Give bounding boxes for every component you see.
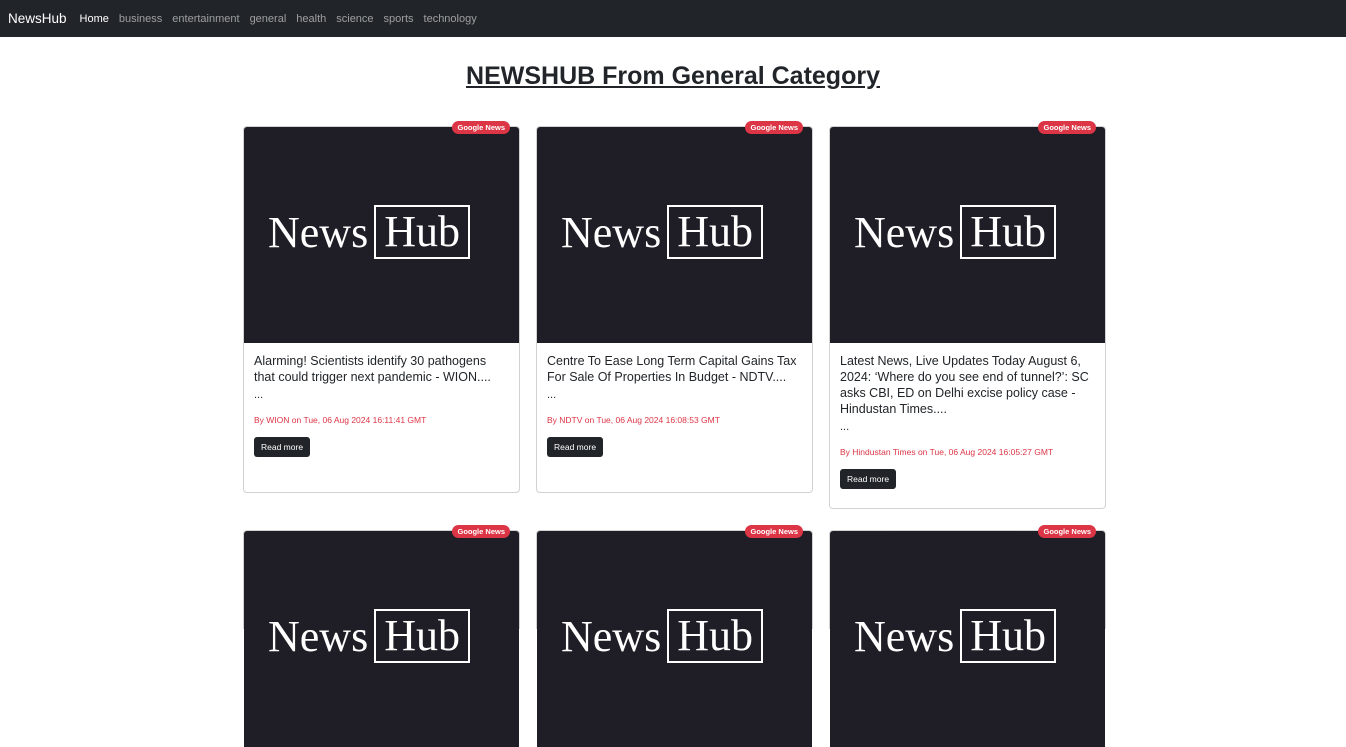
logo-news-text: News <box>561 207 662 257</box>
read-more-button[interactable]: Read more <box>840 469 897 489</box>
logo-hub-text: Hub <box>374 609 470 663</box>
news-card: Google News News Hub Alarming! Scientist… <box>243 121 520 493</box>
logo-hub-text: Hub <box>667 205 763 259</box>
card-meta: By NDTV on Tue, 06 Aug 2024 16:08:53 GMT <box>547 415 720 425</box>
card-title: Centre To Ease Long Term Capital Gains T… <box>547 354 797 384</box>
logo-hub-text: Hub <box>960 205 1056 259</box>
card-meta: By WION on Tue, 06 Aug 2024 16:11:41 GMT <box>254 415 427 425</box>
logo-news-text: News <box>561 611 662 661</box>
newshub-logo: News Hub <box>854 205 1056 259</box>
news-card: Google News News Hub Latest News, Live U… <box>829 121 1106 509</box>
nav-link-science[interactable]: science <box>331 13 378 25</box>
logo-news-text: News <box>854 207 955 257</box>
source-badge: Google News <box>745 121 803 134</box>
logo-news-text: News <box>854 611 955 661</box>
nav-link-health[interactable]: health <box>291 13 331 25</box>
source-badge: Google News <box>1038 525 1096 538</box>
news-card: Google News News Hub <box>829 525 1106 747</box>
card-image[interactable]: News Hub <box>830 531 1105 747</box>
nav-link-technology[interactable]: technology <box>419 13 482 25</box>
newshub-logo: News Hub <box>268 205 470 259</box>
newshub-logo: News Hub <box>561 205 763 259</box>
nav-link-home[interactable]: Home <box>75 13 114 25</box>
card-title: Latest News, Live Updates Today August 6… <box>840 354 1089 416</box>
nav-link-sports[interactable]: sports <box>379 13 419 25</box>
card-title: Alarming! Scientists identify 30 pathoge… <box>254 354 491 384</box>
logo-news-text: News <box>268 611 369 661</box>
logo-news-text: News <box>268 207 369 257</box>
card-description: ... <box>547 389 557 401</box>
source-badge: Google News <box>1038 121 1096 134</box>
newshub-logo: News Hub <box>854 609 1056 663</box>
navbar-brand[interactable]: NewsHub <box>8 11 67 26</box>
logo-hub-text: Hub <box>374 205 470 259</box>
page-title: NEWSHUB From General Category <box>466 62 880 90</box>
source-badge: Google News <box>452 121 510 134</box>
card-body: Latest News, Live Updates Today August 6… <box>830 343 1105 499</box>
card-image[interactable]: News Hub <box>537 531 812 747</box>
card-meta: By Hindustan Times on Tue, 06 Aug 2024 1… <box>840 447 1054 457</box>
card-image[interactable]: News Hub <box>244 531 519 747</box>
nav-link-business[interactable]: business <box>114 13 167 25</box>
read-more-button[interactable]: Read more <box>547 437 604 457</box>
card-image[interactable]: News Hub <box>830 127 1105 343</box>
source-badge: Google News <box>745 525 803 538</box>
logo-hub-text: Hub <box>667 609 763 663</box>
card-image[interactable]: News Hub <box>537 127 812 343</box>
card-body: Centre To Ease Long Term Capital Gains T… <box>537 343 812 467</box>
news-card: Google News News Hub Centre To Ease Long… <box>536 121 813 493</box>
card-body: Alarming! Scientists identify 30 pathoge… <box>244 343 519 467</box>
news-card: Google News News Hub <box>536 525 813 747</box>
card-image[interactable]: News Hub <box>244 127 519 343</box>
newshub-logo: News Hub <box>561 609 763 663</box>
newshub-logo: News Hub <box>268 609 470 663</box>
read-more-button[interactable]: Read more <box>254 437 311 457</box>
nav-links: Home business entertainment general heal… <box>75 13 482 25</box>
nav-link-entertainment[interactable]: entertainment <box>167 13 244 25</box>
nav-link-general[interactable]: general <box>245 13 292 25</box>
card-description: ... <box>840 421 850 433</box>
navbar: NewsHub Home business entertainment gene… <box>0 0 1346 37</box>
news-card: Google News News Hub <box>243 525 520 747</box>
card-description: ... <box>254 389 264 401</box>
source-badge: Google News <box>452 525 510 538</box>
logo-hub-text: Hub <box>960 609 1056 663</box>
